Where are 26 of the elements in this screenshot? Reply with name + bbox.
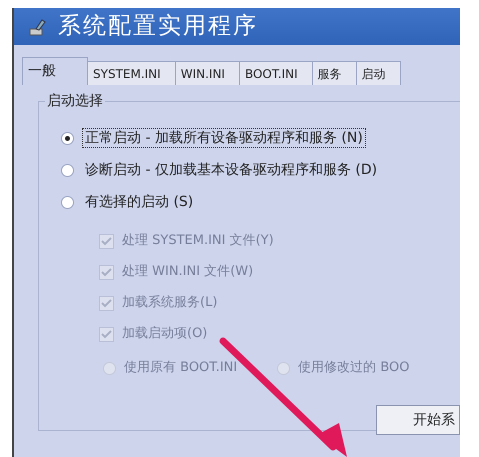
radio-button[interactable] (61, 132, 74, 144)
tab[interactable]: 启动 (356, 61, 401, 85)
radio-button[interactable] (61, 164, 74, 176)
checkmark-icon (101, 236, 112, 246)
checkmark-icon (101, 298, 112, 308)
checkmark-icon (101, 266, 112, 278)
checkbox-label: 加载启动项(O) (122, 325, 208, 343)
radio-label: 使用修改过的 BOO (298, 359, 410, 377)
start-button[interactable]: 开始系 (376, 405, 460, 435)
group-legend: 启动选择 (45, 92, 105, 110)
radio-button[interactable] (61, 196, 74, 208)
checkbox-label: 加载系统服务(L) (122, 294, 218, 312)
tab[interactable]: WIN.INI (174, 61, 240, 85)
tab[interactable]: 一般 (22, 57, 88, 85)
checkbox-label: 处理 WIN.INI 文件(W) (122, 263, 254, 281)
tab[interactable]: BOOT.INI (238, 61, 313, 85)
tab[interactable]: 服务 (312, 61, 357, 85)
wrench-icon (28, 16, 48, 36)
radio-label: 有选择的启动 (S) (84, 193, 194, 212)
checkbox-label: 处理 SYSTEM.INI 文件(Y) (122, 232, 274, 250)
radio-label: 使用原有 BOOT.INI (124, 359, 238, 377)
radio-label: 正常启动 - 加载所有设备驱动程序和服务 (N) (82, 128, 366, 148)
radio-label: 诊断启动 - 仅加载基本设备驱动程序和服务 (D) (84, 161, 378, 180)
tab[interactable]: SYSTEM.INI (87, 61, 176, 85)
checkmark-icon (101, 328, 112, 340)
window-title: 系统配置实用程序 (58, 12, 258, 42)
